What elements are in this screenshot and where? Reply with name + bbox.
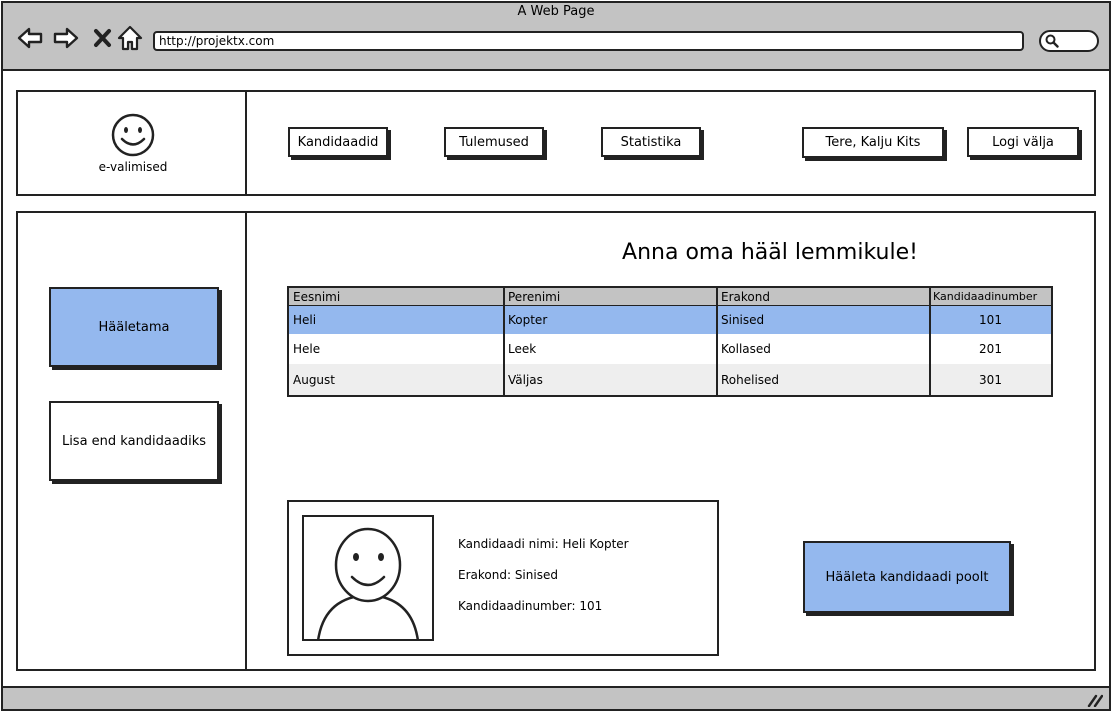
table-header-row: Eesnimi Perenimi Erakond Kandidaadinumbe… — [289, 288, 1051, 306]
close-x-icon[interactable] — [89, 24, 117, 52]
page-heading-wrapper: Anna oma hääl lemmikule! — [247, 240, 1112, 265]
nav-statistika-button[interactable]: Statistika — [601, 127, 701, 157]
status-bar — [3, 686, 1109, 709]
table-cell: Hele — [293, 342, 321, 356]
vote-for-candidate-button[interactable]: Hääleta kandidaadi poolt — [803, 541, 1011, 613]
column-divider — [503, 288, 505, 395]
logout-button[interactable]: Logi välja — [967, 127, 1079, 157]
table-cell: 101 — [979, 313, 1002, 327]
table-cell: Leek — [508, 342, 537, 356]
search-icon — [1045, 34, 1059, 48]
forward-arrow-icon[interactable] — [52, 24, 80, 52]
back-arrow-icon[interactable] — [16, 24, 44, 52]
table-cell: Kollased — [721, 342, 771, 356]
search-field[interactable] — [1039, 30, 1099, 52]
sidebar-register-button[interactable]: Lisa end kandidaadiks — [49, 401, 219, 481]
column-header-erakond[interactable]: Erakond — [717, 288, 930, 305]
nav-tulemused-button[interactable]: Tulemused — [444, 127, 544, 157]
header-divider — [245, 90, 247, 196]
table-cell: Rohelised — [721, 372, 780, 387]
resize-grip-icon[interactable] — [1087, 692, 1104, 708]
column-header-kandidaadinumber[interactable]: Kandidaadinumber — [930, 288, 1051, 305]
table-row[interactable]: Hele Leek Kollased 201 — [289, 334, 1051, 364]
column-divider — [716, 288, 718, 395]
candidate-party-text: Erakond: Sinised — [458, 568, 558, 582]
user-greeting[interactable]: Tere, Kalju Kits — [802, 127, 944, 158]
column-divider — [929, 288, 931, 395]
table-cell: 201 — [979, 342, 1002, 356]
table-cell: Kopter — [508, 313, 548, 327]
home-icon[interactable] — [116, 24, 144, 52]
smiley-logo-icon — [110, 113, 156, 159]
candidate-name-text: Kandidaadi nimi: Heli Kopter — [458, 537, 629, 551]
candidate-avatar — [302, 515, 434, 641]
table-cell: 301 — [979, 372, 1002, 387]
person-icon — [317, 527, 419, 639]
logo-text: e-valimised — [98, 160, 168, 174]
table-row[interactable]: Heli Kopter Sinised 101 — [289, 306, 1051, 334]
candidate-number-text: Kandidaadinumber: 101 — [458, 599, 603, 613]
url-bar[interactable]: http://projektx.com — [153, 31, 1024, 51]
window-title: A Web Page — [517, 4, 595, 19]
sidebar-divider — [245, 211, 247, 671]
table-cell: Väljas — [508, 372, 543, 387]
table-cell: Heli — [293, 313, 317, 327]
table-cell: Sinised — [721, 313, 765, 327]
table-row[interactable]: August Väljas Rohelised 301 — [289, 364, 1051, 395]
page-heading: Anna oma hääl lemmikule! — [622, 240, 918, 265]
sidebar-vote-button[interactable]: Hääletama — [49, 287, 219, 367]
column-header-perenimi[interactable]: Perenimi — [504, 288, 717, 305]
candidate-table: Eesnimi Perenimi Erakond Kandidaadinumbe… — [287, 286, 1053, 397]
nav-kandidaadid-button[interactable]: Kandidaadid — [288, 127, 388, 157]
column-header-eesnimi[interactable]: Eesnimi — [289, 288, 504, 305]
table-cell: August — [293, 372, 335, 387]
